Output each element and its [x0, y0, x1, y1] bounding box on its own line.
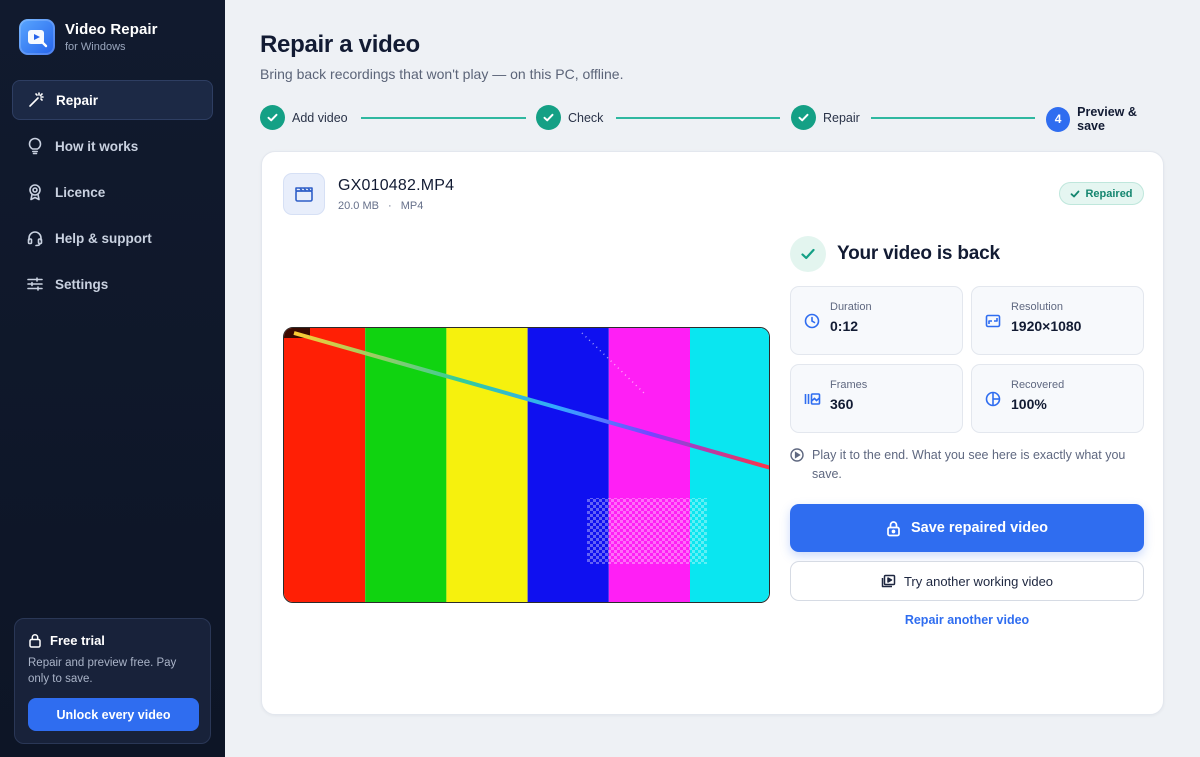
video-library-icon — [881, 574, 896, 588]
stat-value: 1920×1080 — [1011, 318, 1082, 334]
stat-recovered: Recovered 100% — [971, 364, 1144, 433]
film-frames-icon — [804, 391, 821, 412]
check-icon — [790, 236, 826, 272]
status-badge-label: Repaired — [1085, 187, 1133, 200]
sidebar-item-label: Licence — [55, 184, 106, 200]
app-name: Video Repair — [65, 21, 158, 38]
check-icon — [536, 105, 561, 130]
clapperboard-icon — [283, 173, 325, 215]
sidebar-item-label: Help & support — [55, 230, 152, 246]
save-button-label: Save repaired video — [910, 520, 1048, 536]
try-another-video-button[interactable]: Try another working video — [790, 561, 1144, 601]
step-repair: Repair — [791, 105, 860, 130]
sidebar-item-licence[interactable]: Licence — [12, 172, 213, 212]
lock-icon — [28, 633, 42, 648]
video-frame — [284, 328, 769, 602]
stat-value: 360 — [830, 396, 854, 412]
stat-label: Recovered — [1011, 379, 1065, 391]
stat-label: Resolution — [1011, 301, 1063, 313]
meta-separator: · — [388, 200, 392, 212]
step-add-video: Add video — [260, 105, 348, 130]
step-number: 4 — [1046, 106, 1071, 132]
stat-frames: Frames 360 — [790, 364, 963, 433]
check-icon — [1071, 190, 1080, 197]
try-button-label: Try another working video — [903, 573, 1054, 589]
status-badge: Repaired — [1059, 182, 1144, 205]
clock-icon — [804, 313, 820, 334]
file-size: 20.0 MB — [338, 200, 379, 212]
video-preview[interactable] — [283, 327, 770, 603]
repair-another-link[interactable]: Repair another video — [790, 613, 1144, 627]
stat-resolution: Resolution 1920×1080 — [971, 286, 1144, 355]
sidebar-item-repair[interactable]: Repair — [12, 80, 213, 120]
image-icon — [985, 313, 1001, 334]
repair-result-card: GX010482.MP4 20.0 MB · MP4 Repaired Your… — [261, 151, 1164, 715]
check-icon — [791, 105, 816, 130]
sidebar-item-label: How it works — [55, 138, 139, 154]
result-header: Your video is back — [790, 236, 1000, 272]
step-connector — [871, 117, 1035, 119]
step-connector — [616, 117, 780, 119]
stat-value: 0:12 — [830, 318, 859, 334]
page-title: Repair a video — [260, 31, 420, 58]
stat-value: 100% — [1011, 396, 1047, 412]
lock-icon — [887, 520, 900, 536]
sidebar-nav: Repair How it works Licence Help & suppo… — [12, 80, 213, 310]
color-bar — [365, 328, 447, 602]
unlock-button[interactable]: Unlock every video — [28, 698, 199, 731]
play-circle-icon — [790, 448, 804, 484]
sidebar-item-label: Repair — [56, 92, 99, 108]
sidebar-item-help[interactable]: Help & support — [12, 218, 213, 258]
color-bar — [284, 328, 366, 602]
trial-description: Repair and preview free. Pay only to sav… — [28, 657, 177, 685]
note-text: Play it to the end. What you see here is… — [812, 448, 1126, 481]
stat-duration: Duration 0:12 — [790, 286, 963, 355]
stat-label: Duration — [830, 301, 872, 313]
save-repaired-button[interactable]: Save repaired video — [790, 504, 1144, 552]
trial-title: Free trial — [50, 633, 105, 648]
step-label: Preview & save — [1077, 105, 1137, 133]
magic-wand-icon — [27, 91, 45, 109]
file-meta: 20.0 MB · MP4 — [338, 200, 423, 212]
app-logo-icon — [19, 19, 55, 55]
free-trial-panel: Free trial Repair and preview free. Pay … — [14, 618, 211, 744]
stat-label: Frames — [830, 379, 868, 391]
step-label: Check — [568, 110, 604, 125]
step-label: Add video — [292, 110, 348, 125]
app-subtitle: for Windows — [65, 41, 126, 53]
playback-note: Play it to the end. What you see here is… — [790, 446, 1140, 484]
sidebar-item-settings[interactable]: Settings — [12, 264, 213, 304]
result-title: Your video is back — [837, 243, 1000, 264]
file-name: GX010482.MP4 — [338, 177, 455, 194]
page-subtitle: Bring back recordings that won't play — … — [260, 66, 624, 82]
step-preview-save: 4 Preview & save — [1046, 105, 1165, 133]
step-check: Check — [536, 105, 603, 130]
step-label: Repair — [823, 110, 860, 125]
sidebar-item-how-it-works[interactable]: How it works — [12, 126, 213, 166]
step-connector — [361, 117, 526, 119]
glitch-noise — [587, 498, 707, 564]
progress-stepper: Add video Check Repair 4 Preview & save — [260, 105, 1165, 133]
sidebar: Video Repair for Windows Repair How it w… — [0, 0, 225, 757]
sliders-icon — [26, 275, 44, 293]
color-bar — [446, 328, 528, 602]
pie-icon — [985, 391, 1001, 412]
brand: Video Repair for Windows — [19, 19, 158, 55]
headset-icon — [26, 229, 44, 247]
check-icon — [260, 105, 285, 130]
lightbulb-icon — [26, 137, 44, 155]
award-icon — [26, 183, 44, 201]
file-format: MP4 — [400, 200, 424, 212]
sidebar-item-label: Settings — [55, 276, 109, 292]
